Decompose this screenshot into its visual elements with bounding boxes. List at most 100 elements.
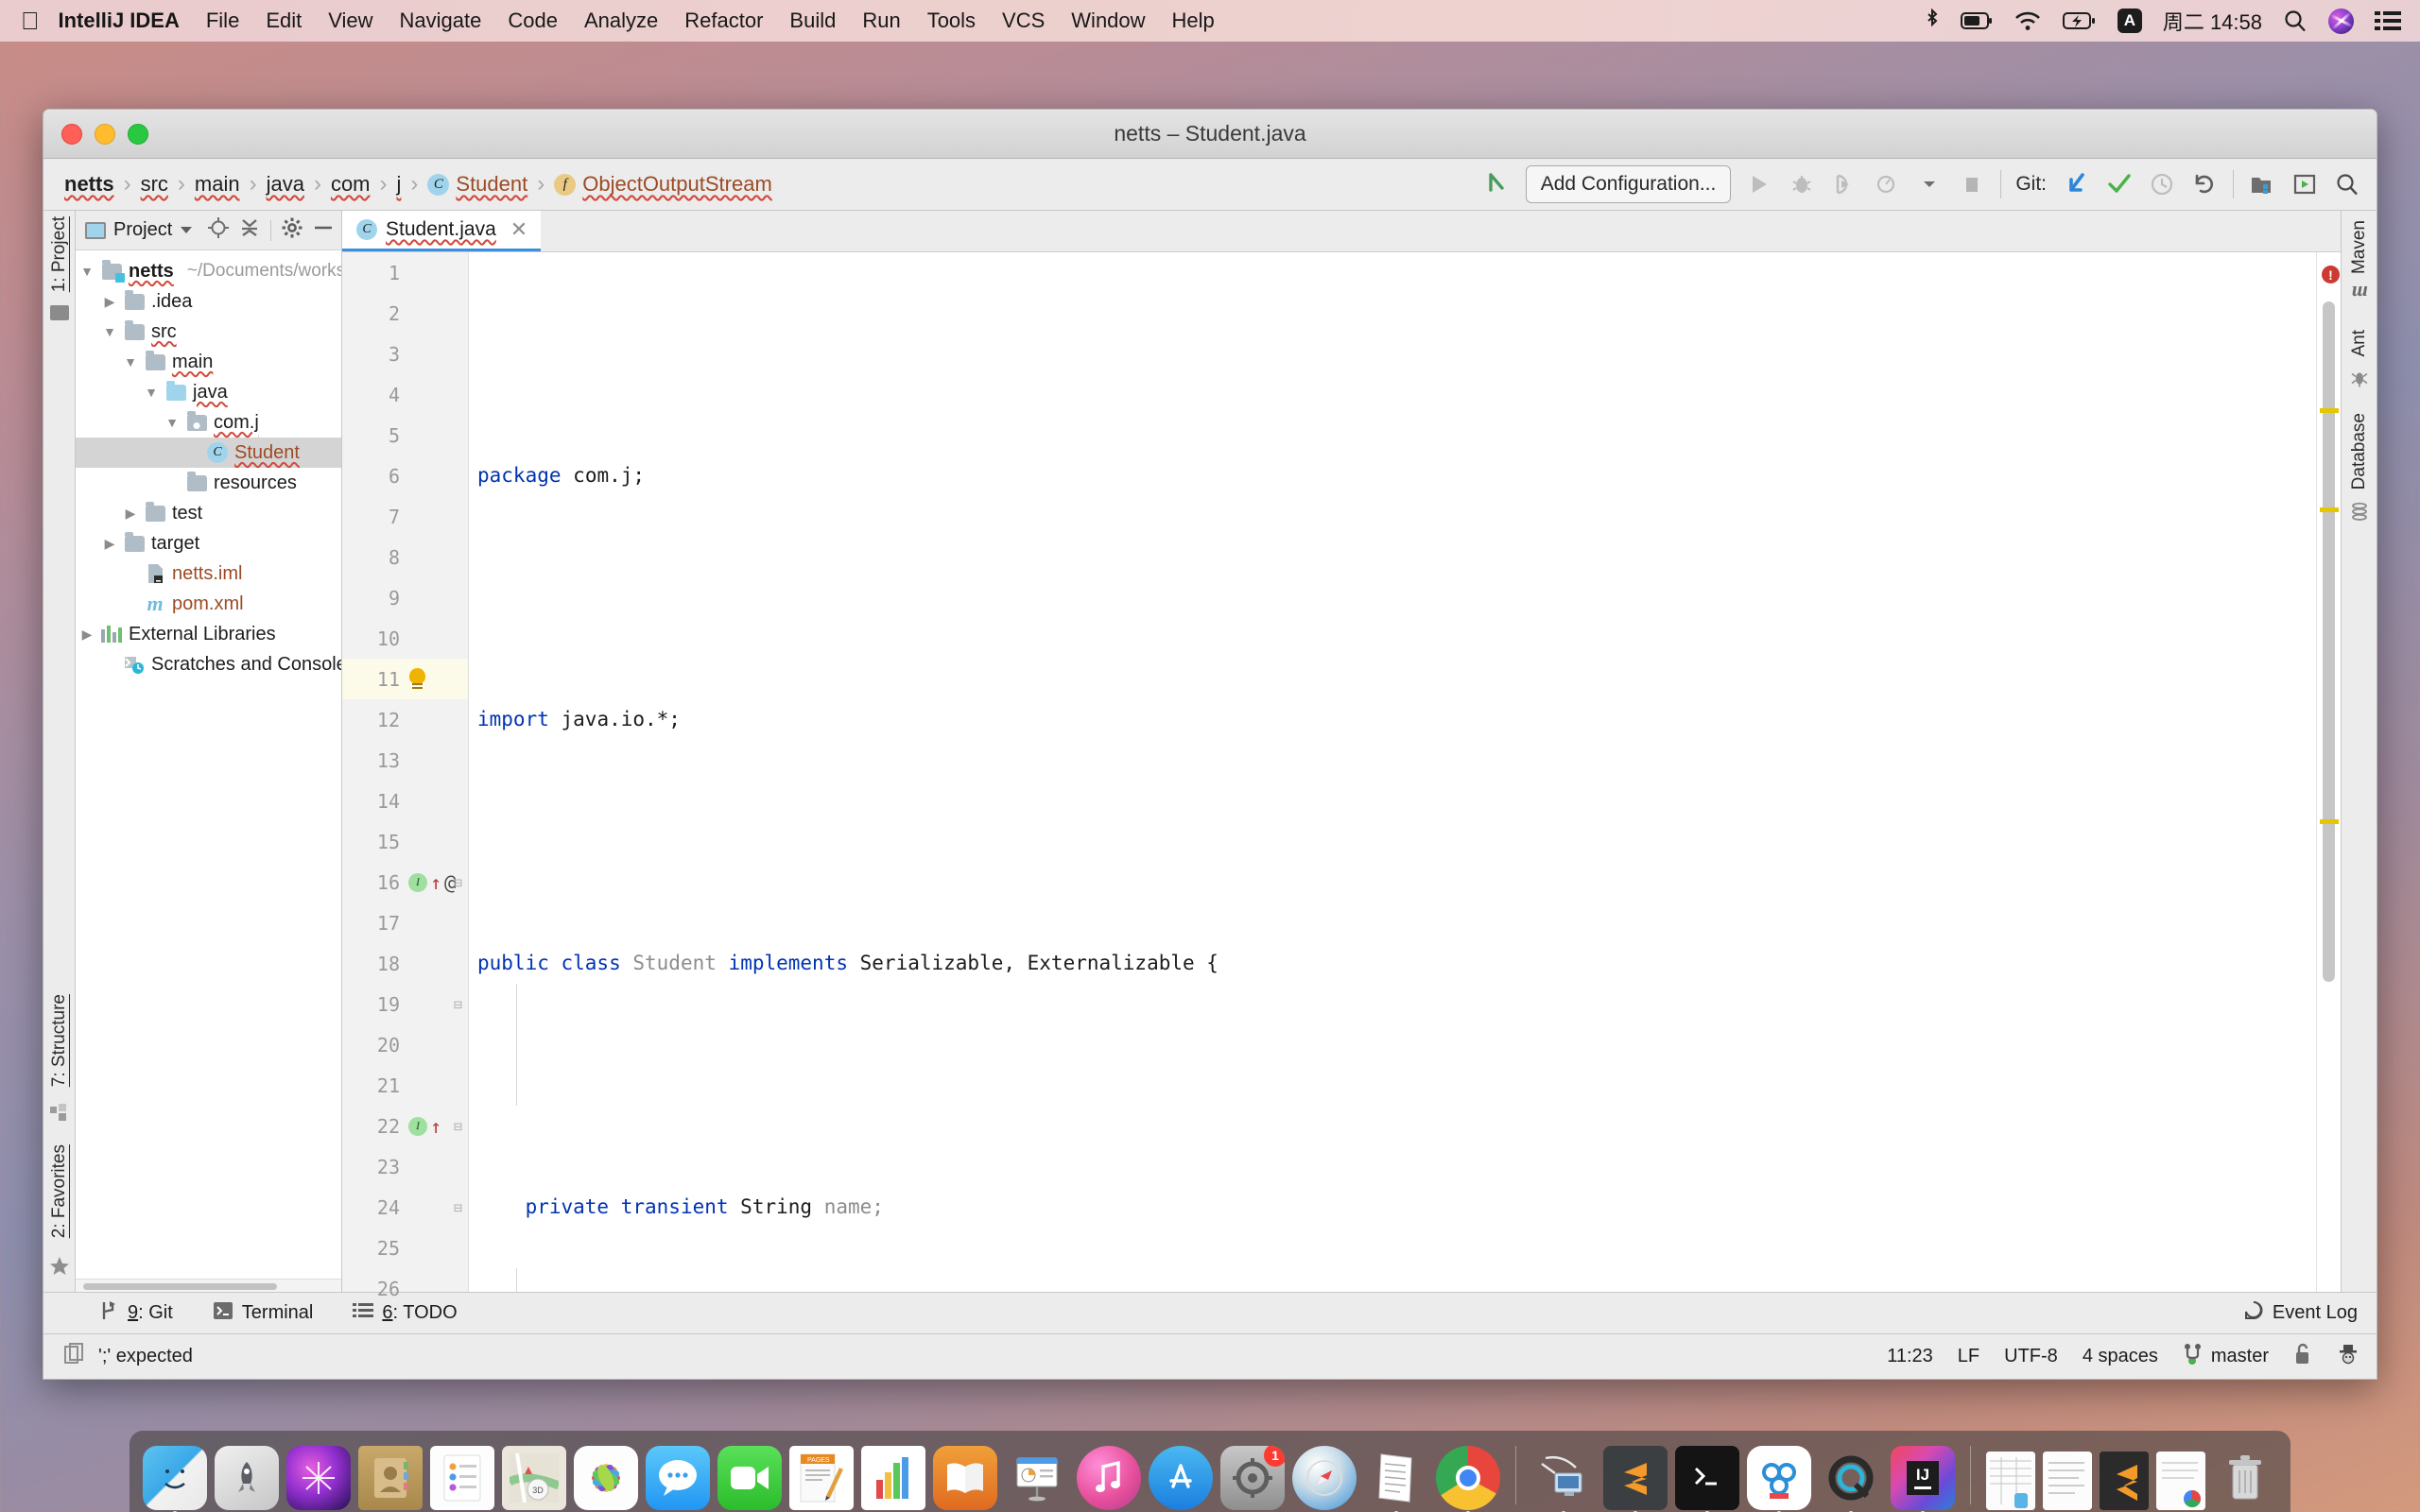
input-source-indicator[interactable]: A: [2117, 9, 2142, 33]
terminal-run-icon[interactable]: [2290, 170, 2319, 198]
locate-target-icon[interactable]: [208, 217, 229, 243]
tool-tab-git[interactable]: 9: Git: [100, 1300, 173, 1327]
chevron-expanded-icon[interactable]: ▼: [164, 415, 180, 430]
tree-row-student[interactable]: C Student: [76, 438, 341, 468]
tree-row-main[interactable]: ▼ main: [76, 347, 341, 377]
dock-item-finder[interactable]: [143, 1446, 207, 1512]
menu-item-window[interactable]: Window: [1071, 9, 1145, 33]
sidebar-item-maven[interactable]: m Maven: [2349, 220, 2370, 305]
warning-marker[interactable]: [2320, 819, 2339, 824]
tree-row-external-libraries[interactable]: ▶ External Libraries: [76, 619, 341, 649]
tree-row-scratches-consoles[interactable]: Scratches and Consoles: [76, 649, 341, 679]
tree-row-resources[interactable]: resources: [76, 468, 341, 498]
dock-item-pages[interactable]: PAGES: [789, 1446, 854, 1510]
breadcrumb-item-com[interactable]: com: [331, 172, 371, 197]
tree-row-netts[interactable]: ▼ netts ~/Documents/workspa: [76, 256, 341, 286]
dock-item-itunes[interactable]: [1077, 1446, 1141, 1510]
project-structure-icon[interactable]: [2248, 170, 2276, 198]
warning-marker[interactable]: [2320, 408, 2339, 413]
siri-icon[interactable]: [2328, 8, 2354, 34]
event-log-button[interactable]: Event Log: [2243, 1300, 2358, 1327]
dock-item-safari[interactable]: [1292, 1446, 1357, 1510]
menu-item-view[interactable]: View: [328, 9, 372, 33]
implementing-method-icon[interactable]: I ↑ @: [408, 871, 457, 894]
breadcrumb-item-java[interactable]: java: [267, 172, 304, 197]
line-separator[interactable]: LF: [1958, 1346, 1979, 1367]
chevron-expanded-icon[interactable]: ▼: [102, 324, 117, 339]
project-tree[interactable]: ▼ netts ~/Documents/workspa ▶ .idea ▼ sr…: [76, 250, 341, 1279]
tool-tab-terminal[interactable]: Terminal: [213, 1301, 313, 1326]
sidebar-item-ant[interactable]: Ant: [2349, 330, 2370, 388]
chevron-down-icon[interactable]: [1915, 170, 1944, 198]
history-clock-icon[interactable]: [2148, 170, 2176, 198]
chevron-collapsed-icon[interactable]: ▶: [102, 294, 117, 310]
chevron-collapsed-icon[interactable]: ▶: [123, 506, 138, 522]
update-project-icon[interactable]: [2063, 170, 2091, 198]
dock-item-reminders[interactable]: [430, 1446, 494, 1510]
tree-row-pom-xml[interactable]: m pom.xml: [76, 589, 341, 619]
dock-item-trash[interactable]: [2213, 1446, 2277, 1510]
search-icon[interactable]: [2333, 170, 2361, 198]
dock-item-messages[interactable]: [646, 1446, 710, 1510]
add-configuration-button[interactable]: Add Configuration...: [1525, 165, 1732, 203]
menu-item-run[interactable]: Run: [862, 9, 900, 33]
sidebar-item-project[interactable]: 1: Project: [49, 216, 70, 292]
dock-item-remote-desktop[interactable]: [1531, 1446, 1596, 1512]
inspector-hat-icon[interactable]: [2337, 1343, 2360, 1371]
file-encoding[interactable]: UTF-8: [2004, 1346, 2058, 1367]
profiler-icon[interactable]: [1873, 170, 1901, 198]
chevron-collapsed-icon[interactable]: ▶: [102, 536, 117, 552]
menu-item-edit[interactable]: Edit: [266, 9, 302, 33]
dock-item-launchpad[interactable]: [215, 1446, 279, 1510]
battery-icon[interactable]: [1960, 10, 1993, 31]
dock-item-sublime-text[interactable]: [1603, 1446, 1668, 1512]
rollback-icon[interactable]: [2190, 170, 2219, 198]
control-center-icon[interactable]: [2375, 9, 2401, 32]
tree-row-java[interactable]: ▼ java: [76, 377, 341, 407]
tree-row-idea[interactable]: ▶ .idea: [76, 286, 341, 317]
run-icon[interactable]: [1745, 170, 1773, 198]
dock-item-photos[interactable]: [574, 1446, 638, 1510]
chevron-expanded-icon[interactable]: ▼: [123, 354, 138, 369]
dock-item-quicktime[interactable]: [1819, 1446, 1883, 1512]
run-with-coverage-icon[interactable]: [1830, 170, 1858, 198]
search-icon[interactable]: [2283, 9, 2308, 33]
collapse-all-icon[interactable]: [239, 218, 260, 242]
tree-row-comj[interactable]: ▼ com.j: [76, 407, 341, 438]
menu-item-tools[interactable]: Tools: [927, 9, 976, 33]
tree-row-netts-iml[interactable]: netts.iml: [76, 558, 341, 589]
menu-item-navigate[interactable]: Navigate: [400, 9, 482, 33]
chevron-expanded-icon[interactable]: ▼: [79, 264, 95, 279]
project-horizontal-scrollbar[interactable]: [76, 1279, 341, 1292]
tree-row-src[interactable]: ▼ src: [76, 317, 341, 347]
dock-item-ibooks[interactable]: [933, 1446, 997, 1510]
breadcrumb-item-netts[interactable]: netts: [64, 172, 114, 197]
dock-item-keynote[interactable]: [1005, 1446, 1069, 1510]
dock-minimized-window-2[interactable]: [2043, 1452, 2092, 1510]
bluetooth-icon[interactable]: [1925, 9, 1940, 33]
dock-item-intellij-idea[interactable]: IJ: [1891, 1446, 1955, 1512]
gear-icon[interactable]: [282, 217, 302, 243]
dock-item-textedit[interactable]: [1364, 1446, 1428, 1512]
dock-item-numbers[interactable]: [861, 1446, 925, 1510]
back-arrow-icon[interactable]: [1483, 170, 1512, 198]
menu-item-help[interactable]: Help: [1172, 9, 1215, 33]
commit-checkmark-icon[interactable]: [2105, 170, 2134, 198]
debug-icon[interactable]: [1788, 170, 1816, 198]
sidebar-item-favorites[interactable]: 2: Favorites: [49, 1144, 70, 1238]
error-marker-icon[interactable]: !: [2322, 266, 2340, 284]
menu-bar-clock[interactable]: 周二 14:58: [2163, 6, 2262, 36]
apple-logo-icon[interactable]: : [21, 9, 40, 33]
error-stripe-scrollbar[interactable]: !: [2316, 252, 2341, 1292]
breadcrumb-item-j[interactable]: j: [397, 172, 402, 197]
menu-item-refactor[interactable]: Refactor: [684, 9, 763, 33]
menu-item-vcs[interactable]: VCS: [1002, 9, 1045, 33]
menu-item-file[interactable]: File: [206, 9, 239, 33]
git-branch-widget[interactable]: master: [2183, 1343, 2269, 1371]
dock-minimized-window-1[interactable]: [1986, 1452, 2035, 1510]
wifi-icon[interactable]: [2014, 10, 2042, 31]
dock-item-system-preferences[interactable]: 1: [1220, 1446, 1285, 1510]
fold-region-icon[interactable]: ⊟: [454, 1118, 462, 1135]
fold-region-icon[interactable]: ⊟: [454, 874, 462, 891]
battery-charging-icon[interactable]: [2062, 10, 2097, 31]
